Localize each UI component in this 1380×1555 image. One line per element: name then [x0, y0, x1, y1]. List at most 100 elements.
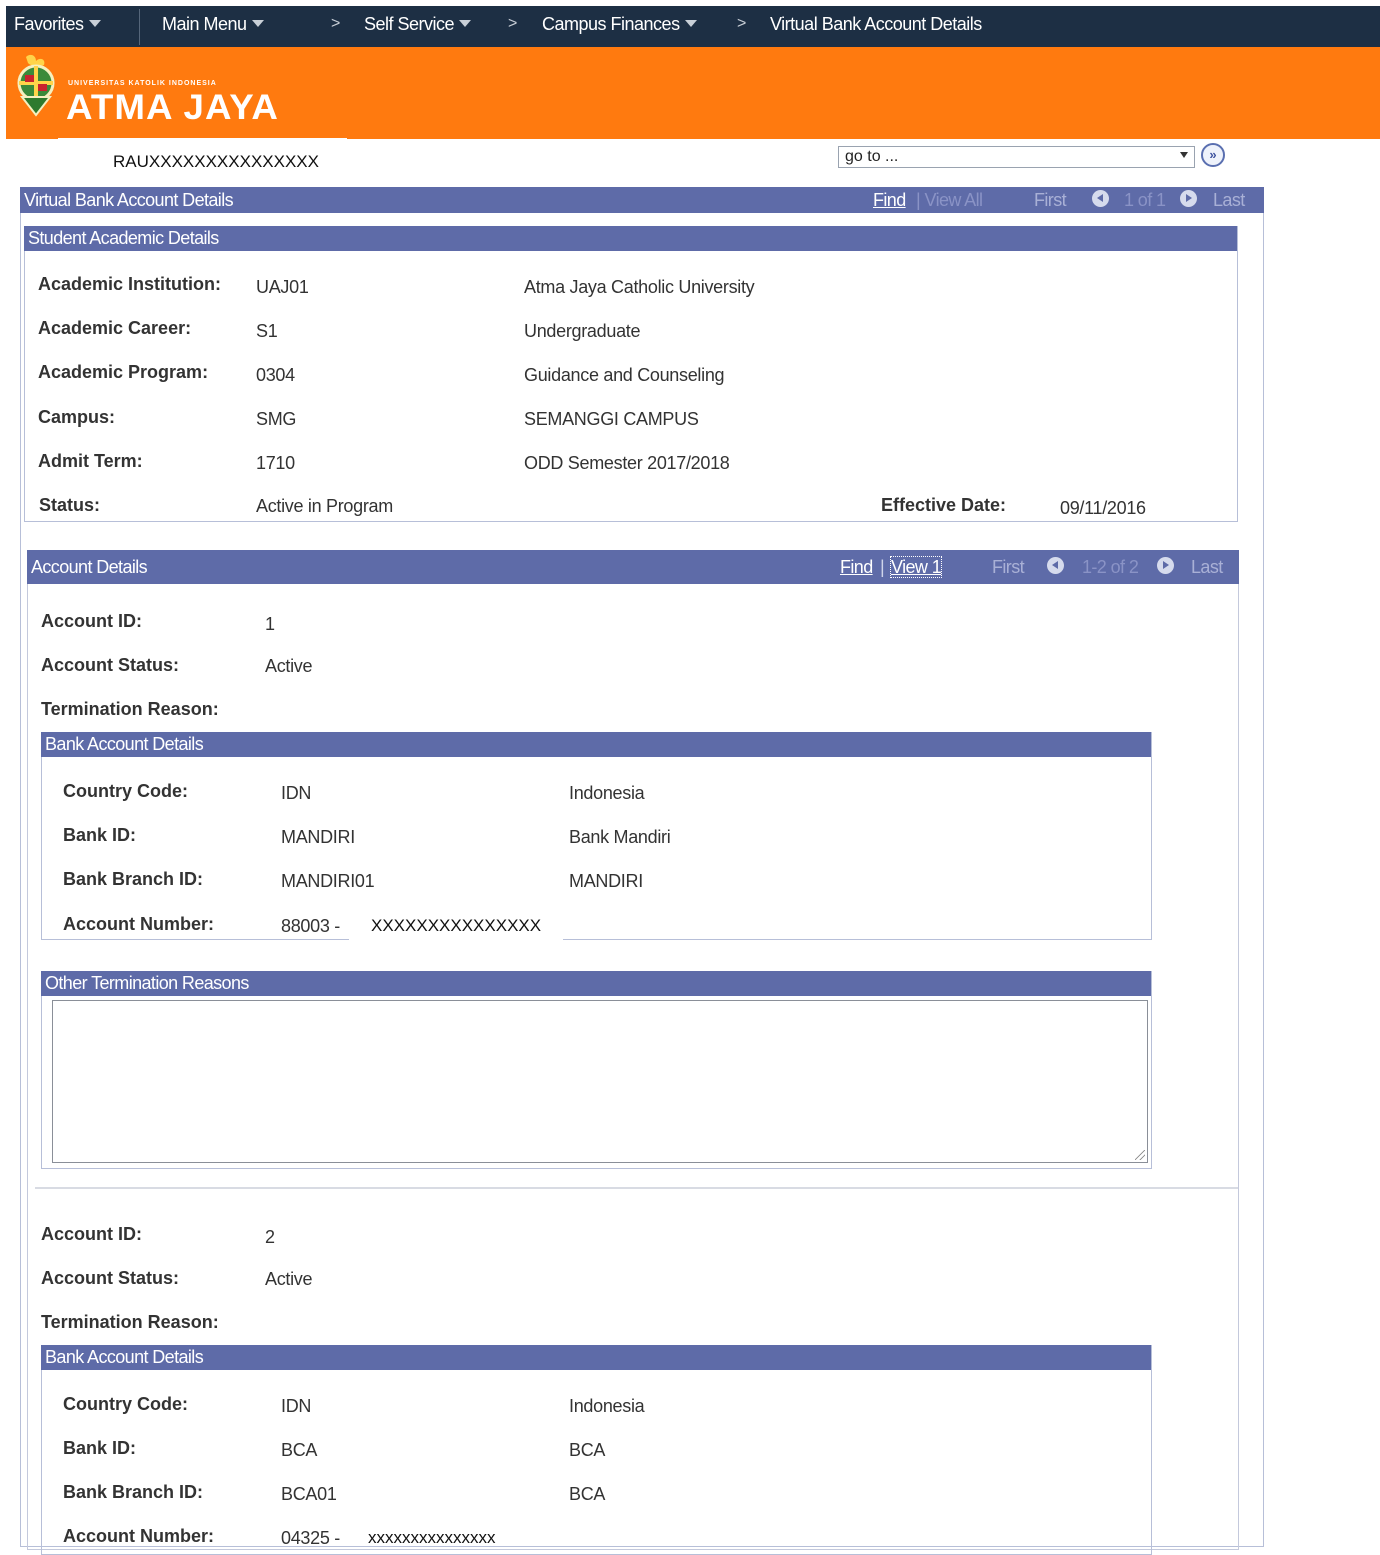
account-status-label: Account Status:	[41, 1268, 180, 1288]
branch-id-label: Bank Branch ID:	[63, 869, 204, 889]
university-crest-logo	[17, 54, 55, 117]
view-all-label: View All	[924, 190, 983, 210]
other-termination-header: Other Termination Reasons	[41, 971, 1151, 996]
bank-id-label: Bank ID:	[63, 1438, 137, 1458]
chevron-down-icon	[684, 20, 697, 27]
account-number-prefix: 04325 -	[281, 1528, 340, 1548]
effective-date-value: 09/11/2016	[1060, 498, 1146, 518]
account-status-label: Account Status:	[41, 655, 180, 675]
main-last-label: Last	[1213, 190, 1245, 210]
account-nav-divider: |	[880, 557, 885, 577]
find-link[interactable]: Find	[840, 557, 873, 577]
institution-desc: Atma Jaya Catholic University	[524, 277, 755, 297]
next-arrow-icon[interactable]	[1157, 550, 1174, 584]
branch-id-value: BCA01	[281, 1484, 337, 1504]
country-code-label: Country Code:	[63, 1394, 188, 1414]
view-link[interactable]: View 1	[889, 556, 943, 578]
account-range: 1-2 of 2	[1082, 557, 1139, 577]
logo-university-small-text: UNIVERSITAS KATOLIK INDONESIA	[68, 80, 217, 87]
resize-grip-icon[interactable]	[1135, 1150, 1145, 1160]
account-id-value: 2	[265, 1227, 275, 1247]
main-menu[interactable]: Main Menu	[162, 14, 264, 35]
termination-reason-label: Termination Reason:	[41, 699, 219, 719]
career-desc: Undergraduate	[524, 321, 641, 341]
chevron-down-icon	[88, 20, 101, 27]
top-navigation-bar: Favorites Main Menu > Self Service > Cam…	[6, 6, 1380, 47]
page-title: Virtual Bank Account Details	[24, 190, 234, 210]
campus-label: Campus:	[38, 407, 116, 427]
termination-reason-label: Termination Reason:	[41, 1312, 219, 1332]
breadcrumb-separator-icon: >	[508, 15, 518, 32]
status-value: Active in Program	[256, 496, 393, 516]
bank-account-header: Bank Account Details	[41, 732, 1151, 757]
breadcrumb-separator-icon: >	[331, 15, 341, 32]
favorites-label: Favorites	[14, 14, 84, 34]
account-number-prefix: 88003 -	[281, 916, 340, 936]
bank-name: BCA	[569, 1440, 606, 1460]
country-code-label: Country Code:	[63, 781, 188, 801]
campus-desc: SEMANGGI CAMPUS	[524, 409, 699, 429]
go-button-icon[interactable]: »	[1201, 143, 1225, 167]
program-desc: Guidance and Counseling	[524, 365, 725, 385]
find-link[interactable]: Find	[873, 190, 906, 210]
previous-arrow-icon[interactable]	[1047, 550, 1064, 584]
campus-code: SMG	[256, 409, 297, 429]
main-view-all: | View All	[916, 190, 983, 210]
breadcrumb-current-page: Virtual Bank Account Details	[770, 14, 982, 34]
breadcrumb-campus-finances[interactable]: Campus Finances	[542, 14, 697, 35]
account-last-label: Last	[1191, 557, 1223, 577]
nav-divider	[139, 9, 140, 45]
account-number-label: Account Number:	[63, 914, 215, 934]
admit-term-label: Admit Term:	[38, 451, 143, 471]
other-termination-textarea[interactable]	[52, 1000, 1148, 1163]
branch-name: BCA	[569, 1484, 606, 1504]
academic-details-header: Student Academic Details	[24, 226, 1237, 251]
account-number-label: Account Number:	[63, 1526, 215, 1546]
bank-account-header: Bank Account Details	[41, 1345, 1151, 1370]
self-service-label: Self Service	[364, 14, 455, 34]
account-status-value: Active	[265, 1269, 313, 1289]
main-menu-label: Main Menu	[162, 14, 247, 34]
chevron-down-icon	[251, 20, 264, 27]
career-label: Academic Career:	[38, 318, 192, 338]
branch-id-value: MANDIRI01	[281, 871, 375, 891]
main-first-label: First	[1034, 190, 1067, 210]
main-range: 1 of 1	[1124, 190, 1166, 210]
admit-term-desc: ODD Semester 2017/2018	[524, 453, 730, 473]
campus-finances-label: Campus Finances	[542, 14, 680, 34]
account-id-value: 1	[265, 614, 275, 634]
account-find-link[interactable]: Find	[840, 550, 873, 584]
main-find-link[interactable]: Find	[873, 187, 906, 213]
account-details-header: Account Details Find | View 1 First 1-2 …	[27, 550, 1239, 584]
country-name: Indonesia	[569, 1396, 645, 1416]
account-number-masked: xxxxxxxxxxxxxxx	[368, 1528, 496, 1547]
bank-name: Bank Mandiri	[569, 827, 671, 847]
user-id: RAUXXXXXXXXXXXXXXX	[113, 152, 319, 171]
account-first-label: First	[992, 557, 1025, 577]
previous-arrow-icon[interactable]	[1092, 187, 1109, 213]
institution-code: UAJ01	[256, 277, 309, 297]
chevron-down-icon	[459, 20, 472, 27]
favorites-menu[interactable]: Favorites	[14, 14, 101, 35]
account-view-link[interactable]: View 1	[889, 550, 943, 584]
main-header: Virtual Bank Account Details Find | View…	[20, 187, 1264, 213]
dropdown-arrow-icon	[1180, 152, 1188, 158]
career-code: S1	[256, 321, 278, 341]
effective-date-label: Effective Date:	[881, 495, 1007, 515]
banner-underline	[58, 138, 347, 141]
account-details-title: Account Details	[31, 557, 148, 577]
admit-term-code: 1710	[256, 453, 295, 473]
account-divider	[35, 1187, 1238, 1189]
institution-label: Academic Institution:	[38, 274, 222, 294]
goto-select[interactable]: go to ...	[838, 146, 1195, 168]
branch-id-label: Bank Branch ID:	[63, 1482, 204, 1502]
breadcrumb-self-service[interactable]: Self Service	[364, 14, 472, 35]
breadcrumb-separator-icon: >	[737, 15, 747, 32]
header-banner: UNIVERSITAS KATOLIK INDONESIA ATMA JAYA	[6, 47, 1380, 139]
country-name: Indonesia	[569, 783, 645, 803]
country-code-value: IDN	[281, 1396, 312, 1416]
bank-id-value: BCA	[281, 1440, 318, 1460]
next-arrow-icon[interactable]	[1180, 187, 1197, 213]
bank-id-label: Bank ID:	[63, 825, 137, 845]
bank-id-value: MANDIRI	[281, 827, 355, 847]
